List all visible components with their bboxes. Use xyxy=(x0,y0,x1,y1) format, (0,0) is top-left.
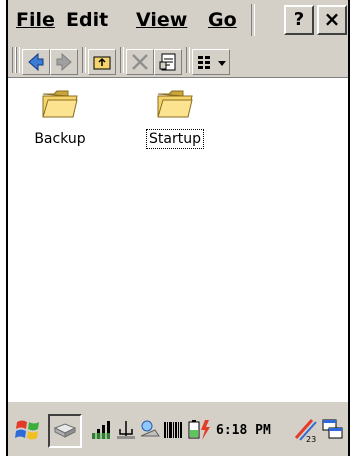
folder-icon xyxy=(157,90,193,118)
menu-separator xyxy=(251,4,255,36)
properties-icon xyxy=(159,53,176,71)
folder-icon xyxy=(42,90,78,118)
forward-arrow-icon xyxy=(56,52,72,72)
toolbar xyxy=(8,41,348,78)
file-item-startup[interactable]: Startup xyxy=(135,86,215,149)
toolbar-separator-3 xyxy=(186,47,190,73)
switch-windows-icon[interactable] xyxy=(320,417,346,443)
windows-flag-icon xyxy=(15,420,39,440)
svg-text:23: 23 xyxy=(306,435,316,444)
forward-button[interactable] xyxy=(50,49,78,75)
storage-card-icon xyxy=(53,423,77,438)
menu-view[interactable]: View xyxy=(136,9,187,31)
file-name-startup: Startup xyxy=(146,129,204,149)
menu-bar: File Edit View Go ? × xyxy=(8,0,348,42)
menu-file[interactable]: File xyxy=(16,9,55,31)
clock[interactable]: 6:18 PM xyxy=(216,423,271,438)
help-label: ? xyxy=(293,9,305,30)
up-folder-icon xyxy=(93,56,111,70)
help-button[interactable]: ? xyxy=(284,5,314,35)
input-panel-icon[interactable]: 23 xyxy=(292,416,318,444)
barcode-icon xyxy=(164,422,182,438)
back-arrow-icon xyxy=(28,52,44,72)
explorer-window: File Edit View Go ? × Backup Startup 6:1… xyxy=(6,0,350,456)
toolbar-separator-1 xyxy=(82,47,86,73)
file-item-backup[interactable]: Backup xyxy=(20,86,100,148)
taskbar: 6:18 PM 23 xyxy=(8,400,348,456)
menu-edit-label: Edit xyxy=(66,9,109,31)
properties-button[interactable] xyxy=(154,49,182,75)
close-label: × xyxy=(323,7,341,31)
delete-button[interactable] xyxy=(126,49,154,75)
view-grid-icon xyxy=(198,56,226,69)
menu-go[interactable]: Go xyxy=(208,9,237,31)
usb-connection-icon xyxy=(117,421,135,439)
view-menu-button[interactable] xyxy=(192,49,230,75)
back-button[interactable] xyxy=(22,49,50,75)
battery-charging-icon xyxy=(188,420,210,440)
menu-edit[interactable]: Edit xyxy=(66,9,108,31)
file-list: Backup Startup xyxy=(8,78,348,396)
menu-go-label: Go xyxy=(208,9,237,31)
start-button[interactable] xyxy=(14,416,42,448)
menu-view-label: View xyxy=(136,9,188,31)
toolbar-separator-2 xyxy=(120,47,124,73)
toolbar-grip-2 xyxy=(16,47,20,73)
network-icon xyxy=(140,420,160,437)
desktop-button[interactable] xyxy=(48,414,82,448)
file-name-backup: Backup xyxy=(34,131,86,147)
close-button[interactable]: × xyxy=(317,5,347,35)
signal-bars-icon xyxy=(92,421,110,439)
menu-file-label: File xyxy=(16,9,55,31)
delete-x-icon xyxy=(132,54,148,70)
up-folder-button[interactable] xyxy=(88,49,116,75)
